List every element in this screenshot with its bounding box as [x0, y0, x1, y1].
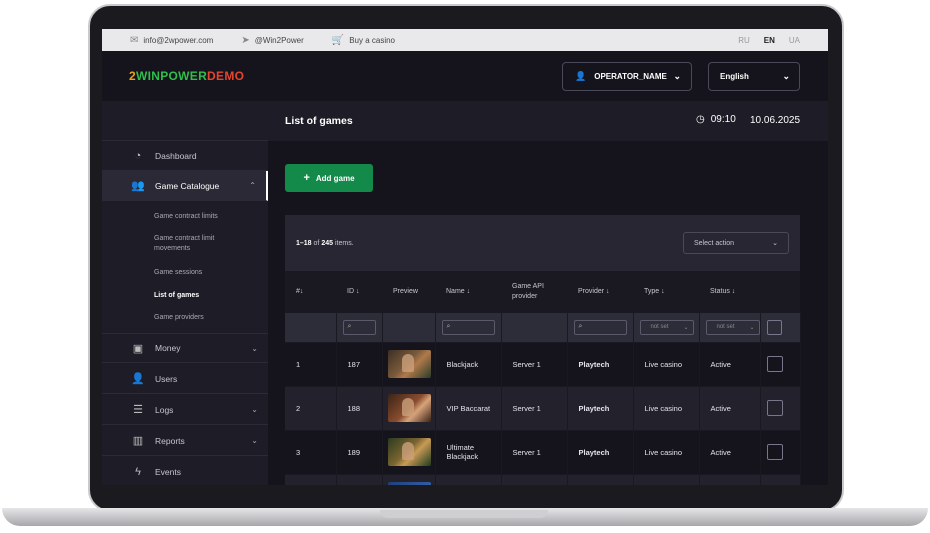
game-preview-image[interactable]: [387, 394, 431, 422]
lang-ua[interactable]: UA: [789, 36, 800, 45]
chevron-down-icon: ⌄: [251, 343, 258, 353]
sidebar-sub-game-sessions[interactable]: Game sessions: [154, 268, 202, 278]
search-icon: ⌕: [347, 323, 352, 331]
users-group-icon: 👥: [131, 180, 145, 192]
sidebar-item-money[interactable]: ▣ Money ⌄: [102, 333, 268, 363]
brand-logo[interactable]: 2WINPOWERDEMO: [129, 69, 244, 83]
type-filter-select[interactable]: not set ⌄: [639, 319, 694, 335]
plus-icon: +: [303, 172, 310, 184]
chevron-down-icon: ⌄: [251, 436, 258, 445]
sidebar-item-users[interactable]: 👤 Users: [102, 364, 268, 394]
col-header-provider[interactable]: Provider ↓: [567, 271, 633, 313]
row-checkbox[interactable]: [766, 444, 783, 460]
language-switcher: RU EN UA: [738, 36, 800, 45]
sidebar-header: [102, 101, 268, 141]
cart-icon: 🛒: [331, 34, 345, 46]
dashboard-icon: ◔: [134, 149, 142, 162]
col-header-name[interactable]: Name ↓: [435, 271, 501, 313]
games-table: 1–18 of 245 items. Select action ⌄ #↓ ID…: [285, 215, 801, 485]
provider-filter-input[interactable]: ⌕: [573, 319, 627, 335]
laptop-notch: [380, 510, 548, 518]
chevron-down-icon: ⌄: [673, 71, 681, 81]
sidebar: ◔ Dashboard 👥 Game Catalogue ⌃ Game cont…: [102, 101, 268, 485]
col-header-preview: Preview: [393, 288, 418, 295]
table-row[interactable]: 3 189 Ultimate Blackjack Server 1 Playte…: [285, 429, 801, 474]
table-row[interactable]: 2 188 VIP Baccarat Server 1 Playtech Liv…: [285, 385, 801, 430]
chevron-down-icon: ⌄: [683, 324, 689, 331]
bar-chart-icon: ▥: [132, 435, 144, 447]
select-all-checkbox[interactable]: [766, 319, 782, 335]
sidebar-item-logs[interactable]: ☰ Logs ⌄: [102, 395, 268, 425]
top-contact-bar: ✉ info@2wpower.com ➤ @Win2Power 🛒 Buy a …: [102, 29, 828, 51]
search-icon: ⌕: [578, 323, 583, 331]
select-action-dropdown[interactable]: Select action ⌄: [683, 232, 789, 254]
chevron-down-icon: ⌄: [251, 405, 258, 414]
table-row[interactable]: 1 187 Blackjack Server 1 Playtech Live c…: [285, 341, 801, 386]
items-summary: 1–18 of 245 items.: [296, 239, 354, 247]
chevron-up-icon: ⌃: [249, 181, 256, 190]
sidebar-item-dashboard[interactable]: ◔ Dashboard: [102, 141, 268, 171]
lang-en[interactable]: EN: [764, 36, 775, 45]
sidebar-item-game-catalogue[interactable]: 👥 Game Catalogue ⌃: [102, 171, 268, 201]
chevron-down-icon: ⌄: [772, 240, 778, 247]
game-preview-image[interactable]: [387, 438, 431, 466]
app-header: 2WINPOWERDEMO 👤 OPERATOR_NAME ⌄ English …: [102, 51, 828, 101]
table-row[interactable]: [285, 473, 801, 485]
sidebar-item-events[interactable]: ϟ Events: [102, 457, 268, 485]
main-content: List of games ◷ 09:10 10.06.2025 + Add g…: [268, 101, 828, 485]
clock-icon: ◷: [696, 114, 705, 125]
sidebar-sub-limit-movements[interactable]: Game contract limit movements: [154, 234, 244, 254]
status-badge: Active: [699, 429, 761, 474]
row-checkbox[interactable]: [766, 356, 783, 372]
lightning-icon: ϟ: [135, 465, 141, 478]
email-link[interactable]: ✉ info@2wpower.com: [130, 35, 213, 46]
table-toolbar: 1–18 of 245 items. Select action ⌄: [285, 215, 800, 271]
status-badge: Active: [699, 341, 761, 386]
page-header: List of games ◷ 09:10 10.06.2025: [268, 101, 828, 141]
add-game-button[interactable]: + Add game: [285, 164, 373, 192]
sidebar-item-reports[interactable]: ▥ Reports ⌄: [102, 426, 268, 456]
col-header-status[interactable]: Status ↓: [699, 271, 760, 313]
provider-link[interactable]: Playtech: [567, 429, 634, 474]
col-header-select: [760, 271, 800, 313]
buy-casino-link[interactable]: 🛒 Buy a casino: [332, 35, 395, 46]
clock: ◷ 09:10: [696, 114, 736, 125]
filter-row: ⌕ ⌕ ⌕ not set ⌄ not set ⌄: [285, 313, 801, 342]
sidebar-sub-contract-limits[interactable]: Game contract limits: [154, 212, 218, 222]
provider-link[interactable]: Playtech: [567, 341, 634, 386]
sidebar-sub-game-providers[interactable]: Game providers: [154, 313, 204, 323]
chevron-down-icon: ⌄: [782, 71, 790, 81]
game-preview-image[interactable]: [387, 482, 431, 485]
mail-icon: ✉: [130, 34, 139, 46]
app-screen: ✉ info@2wpower.com ➤ @Win2Power 🛒 Buy a …: [102, 29, 828, 485]
telegram-link[interactable]: ➤ @Win2Power: [241, 35, 303, 46]
page-title: List of games: [285, 115, 353, 127]
provider-link[interactable]: Playtech: [567, 385, 634, 430]
game-preview-image[interactable]: [387, 350, 431, 378]
col-header-id[interactable]: ID ↓: [336, 271, 382, 313]
id-filter-input[interactable]: ⌕: [342, 319, 376, 335]
status-badge: Active: [699, 385, 761, 430]
money-icon: ▣: [132, 342, 144, 355]
games-grid: #↓ ID ↓ Preview Name ↓ Game API provider…: [285, 271, 801, 485]
sidebar-sub-list-of-games[interactable]: List of games: [154, 291, 199, 301]
telegram-icon: ➤: [241, 34, 250, 46]
user-icon: 👤: [575, 71, 587, 81]
language-dropdown[interactable]: English ⌄: [708, 62, 800, 91]
row-checkbox[interactable]: [766, 400, 783, 416]
list-icon: ☰: [133, 404, 143, 416]
lang-ru[interactable]: RU: [738, 36, 750, 45]
col-header-number[interactable]: #↓: [285, 271, 336, 313]
col-header-api-provider: Game API provider: [512, 283, 544, 300]
operator-dropdown[interactable]: 👤 OPERATOR_NAME ⌄: [562, 62, 692, 91]
user-icon: 👤: [131, 373, 145, 385]
laptop-frame: ✉ info@2wpower.com ➤ @Win2Power 🛒 Buy a …: [0, 0, 930, 533]
chevron-down-icon: ⌄: [749, 324, 755, 331]
status-filter-select[interactable]: not set ⌄: [705, 319, 760, 335]
current-date: 10.06.2025: [750, 115, 801, 126]
search-icon: ⌕: [446, 323, 451, 331]
name-filter-input[interactable]: ⌕: [441, 319, 495, 335]
col-header-type[interactable]: Type ↓: [633, 271, 699, 313]
